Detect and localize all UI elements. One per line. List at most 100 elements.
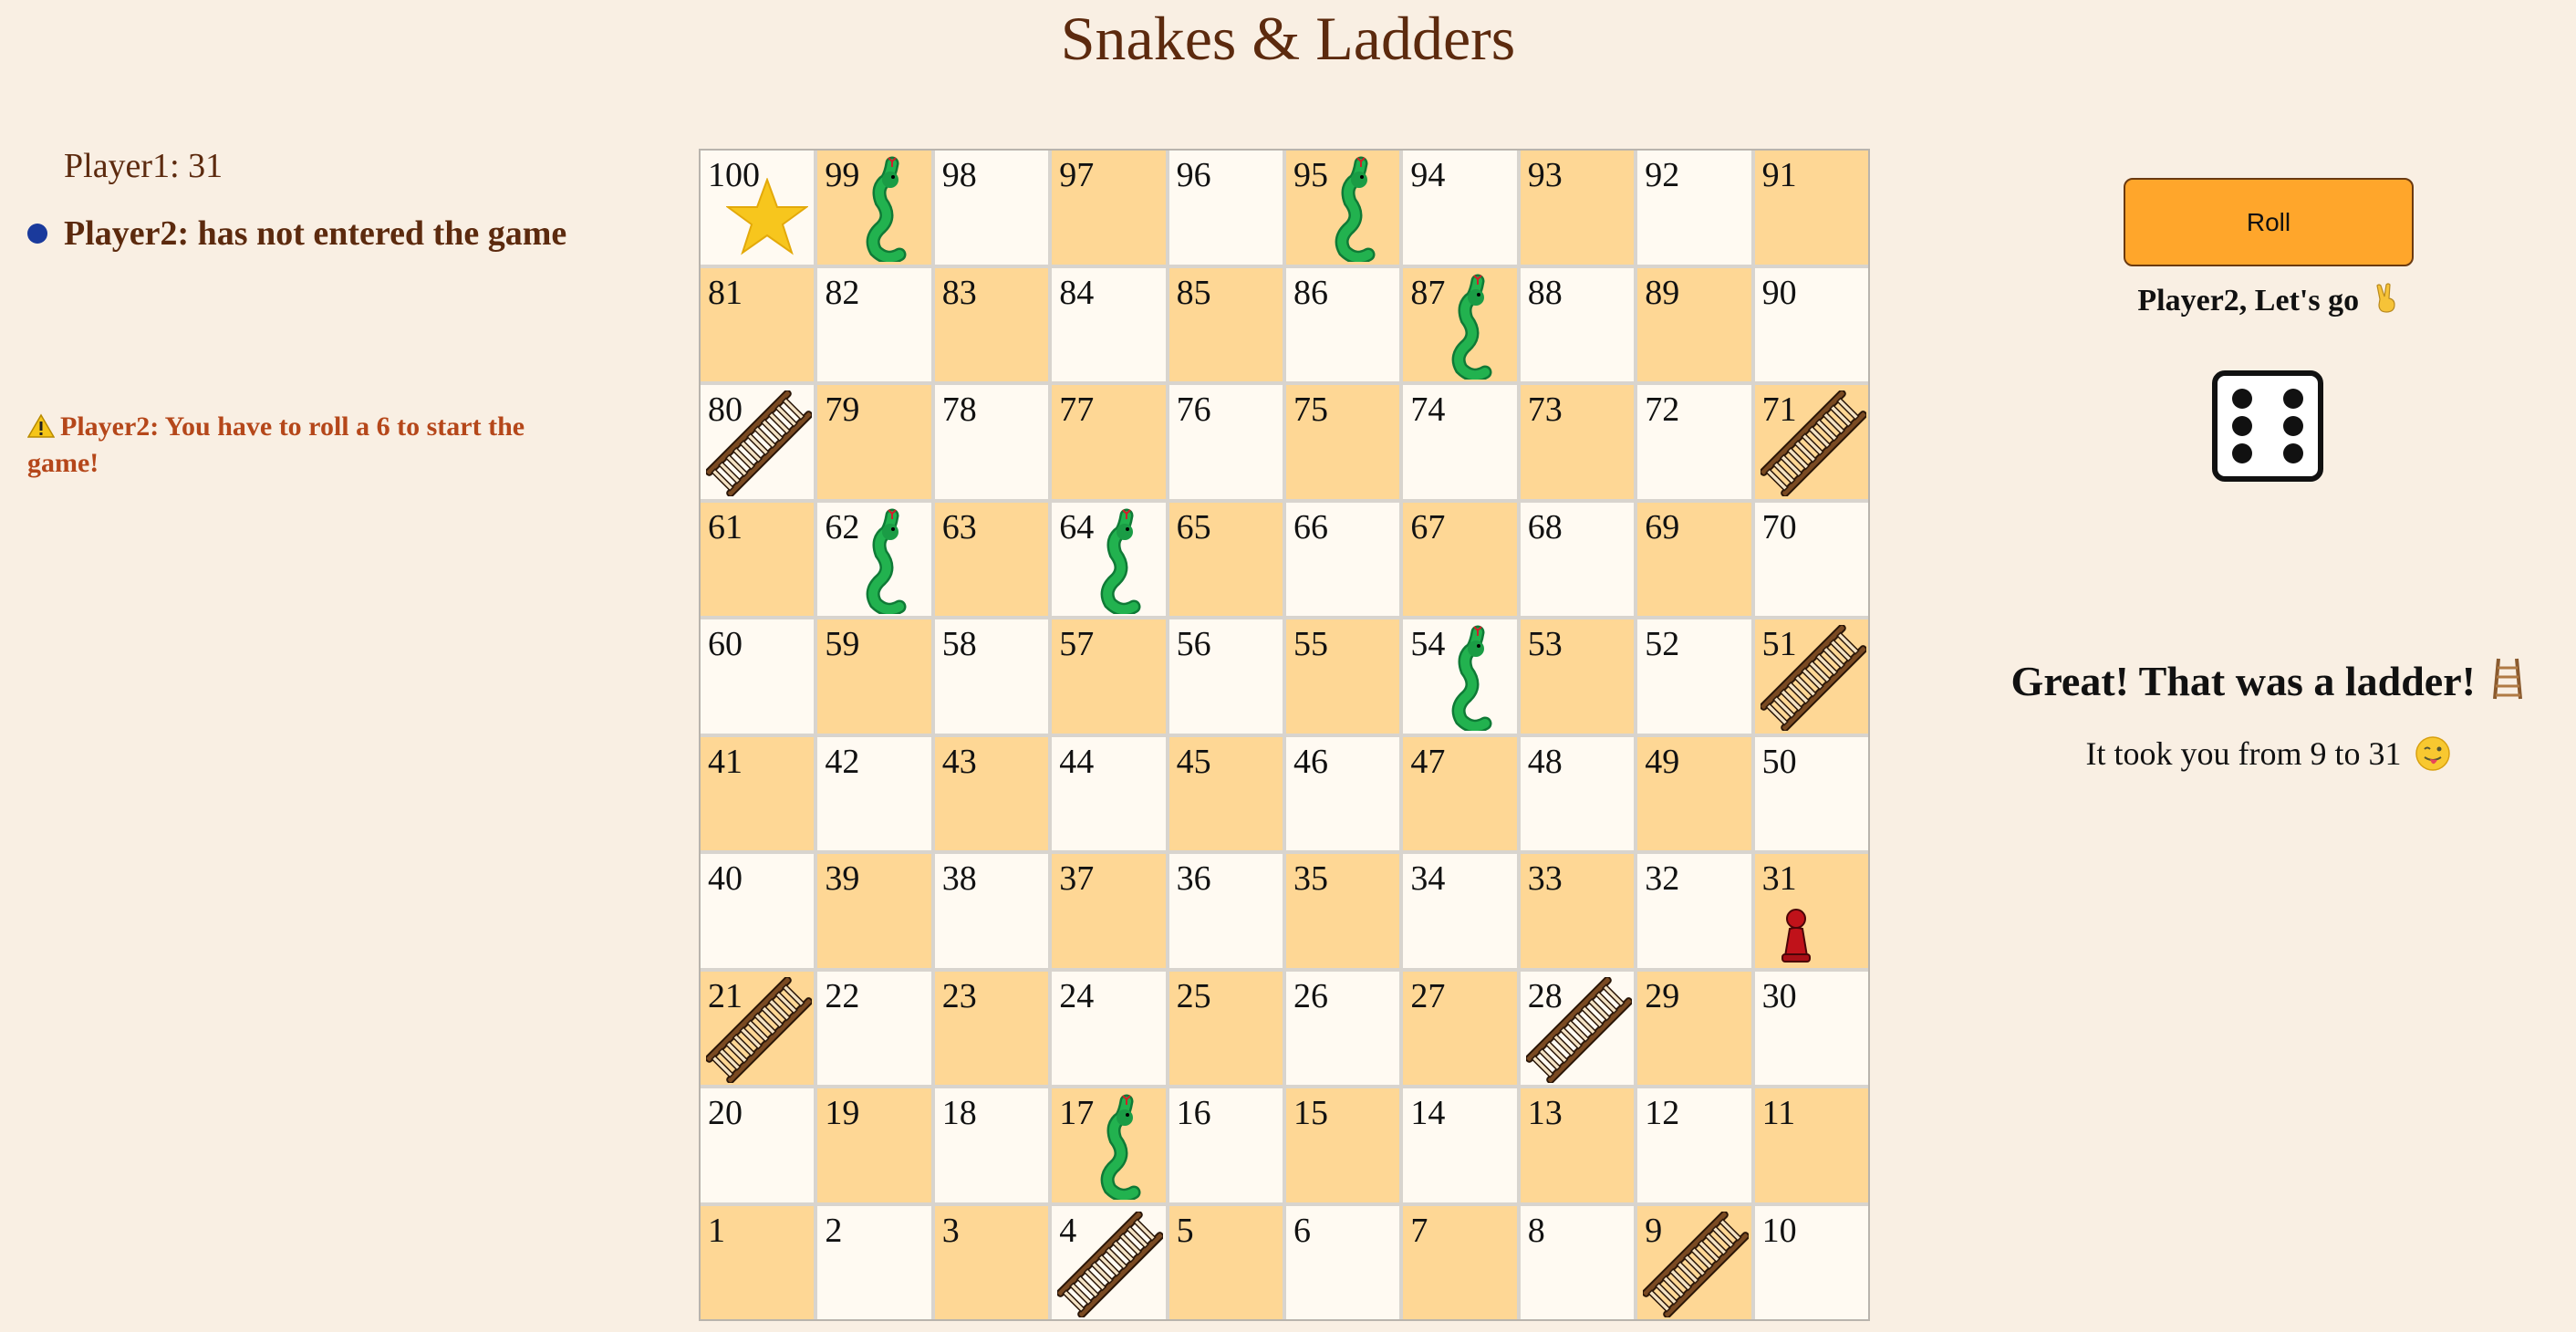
board-square: 5 [1169, 1205, 1283, 1319]
square-number: 40 [708, 859, 743, 898]
roll-button[interactable]: Roll [2124, 178, 2414, 266]
square-number: 29 [1645, 976, 1680, 1015]
square-number: 48 [1527, 742, 1563, 781]
square-number: 27 [1410, 976, 1446, 1015]
board-square: 29 [1637, 971, 1751, 1085]
board-square: 4 [1052, 1205, 1166, 1319]
board-square: 10 [1754, 1205, 1868, 1319]
square-number: 99 [825, 156, 860, 194]
square-number: 16 [1176, 1094, 1211, 1132]
board-square: 7 [1403, 1205, 1517, 1319]
board-square: 43 [934, 736, 1049, 850]
square-number: 100 [708, 156, 760, 194]
square-number: 35 [1293, 859, 1328, 898]
ladder-icon [2493, 658, 2523, 700]
board-square: 25 [1169, 971, 1283, 1085]
board-square: 79 [817, 385, 931, 499]
square-number: 81 [708, 273, 743, 312]
square-number: 95 [1293, 156, 1328, 194]
board-square: 14 [1403, 1088, 1517, 1202]
board-square: 30 [1754, 971, 1868, 1085]
board-square: 89 [1637, 267, 1751, 381]
board-square: 90 [1754, 267, 1868, 381]
result-detail: It took you from 9 to 31 [1979, 734, 2558, 773]
board-square: 18 [934, 1088, 1049, 1202]
square-number: 90 [1761, 273, 1797, 312]
square-number: 72 [1645, 390, 1680, 429]
board-square: 65 [1169, 502, 1283, 616]
board-square: 61 [701, 502, 815, 616]
square-number: 96 [1176, 156, 1211, 194]
board-square: 58 [934, 619, 1049, 734]
board-square: 67 [1403, 502, 1517, 616]
board-square: 17 [1052, 1088, 1166, 1202]
board-square: 19 [817, 1088, 931, 1202]
board-square: 55 [1286, 619, 1400, 734]
square-number: 9 [1645, 1211, 1663, 1250]
square-number: 34 [1410, 859, 1446, 898]
warning-icon [27, 413, 55, 438]
square-number: 61 [708, 507, 743, 546]
square-number: 53 [1527, 625, 1563, 663]
board-square: 42 [817, 736, 931, 850]
square-number: 84 [1059, 273, 1095, 312]
tongue-face-icon [2415, 736, 2451, 771]
square-number: 43 [941, 742, 977, 781]
square-number: 52 [1645, 625, 1680, 663]
square-number: 22 [825, 976, 860, 1015]
board-square: 1 [701, 1205, 815, 1319]
board-square: 59 [817, 619, 931, 734]
board-square: 93 [1520, 151, 1635, 265]
square-number: 56 [1176, 625, 1211, 663]
board-square: 22 [817, 971, 931, 1085]
square-number: 2 [825, 1211, 843, 1250]
board-square: 73 [1520, 385, 1635, 499]
square-number: 67 [1410, 507, 1446, 546]
square-number: 65 [1176, 507, 1211, 546]
square-number: 93 [1527, 156, 1563, 194]
warning-message: Player2: You have to roll a 6 to start t… [27, 409, 584, 482]
result-detail-text: It took you from 9 to 31 [2085, 735, 2402, 772]
board-square: 88 [1520, 267, 1635, 381]
board-square: 8 [1520, 1205, 1635, 1319]
square-number: 55 [1293, 625, 1328, 663]
board-square: 91 [1754, 151, 1868, 265]
board-square: 54 [1403, 619, 1517, 734]
turn-indicator: Player2, Let's go [1998, 283, 2540, 318]
square-number: 8 [1527, 1211, 1545, 1250]
square-number: 31 [1761, 859, 1797, 898]
square-number: 13 [1527, 1094, 1563, 1132]
board-square: 68 [1520, 502, 1635, 616]
board-square: 28 [1520, 971, 1635, 1085]
board-square: 83 [934, 267, 1049, 381]
square-number: 33 [1527, 859, 1563, 898]
game-board: 100 99 98 97 96 95 94 93 92 91 81 82 83 84 85 86 87 88 89 9… [699, 149, 1870, 1321]
board-square: 11 [1754, 1088, 1868, 1202]
square-number: 24 [1059, 976, 1095, 1015]
result-headline-text: Great! That was a ladder! [2010, 658, 2476, 704]
board-square: 16 [1169, 1088, 1283, 1202]
board-square: 85 [1169, 267, 1283, 381]
board-square: 24 [1052, 971, 1166, 1085]
square-number: 51 [1761, 625, 1797, 663]
board-square: 57 [1052, 619, 1166, 734]
square-number: 1 [708, 1211, 725, 1250]
square-number: 59 [825, 625, 860, 663]
game-title: Snakes & Ladders [1060, 4, 1516, 73]
square-number: 39 [825, 859, 860, 898]
square-number: 60 [708, 625, 743, 663]
board-square: 75 [1286, 385, 1400, 499]
square-number: 25 [1176, 976, 1211, 1015]
board-square: 87 [1403, 267, 1517, 381]
square-number: 19 [825, 1094, 860, 1132]
square-number: 76 [1176, 390, 1211, 429]
board-square: 78 [934, 385, 1049, 499]
square-number: 87 [1410, 273, 1446, 312]
square-number: 80 [708, 390, 743, 429]
board-square: 33 [1520, 854, 1635, 968]
board-square: 45 [1169, 736, 1283, 850]
board-square: 60 [701, 619, 815, 734]
result-headline: Great! That was a ladder! [1979, 657, 2558, 705]
square-number: 94 [1410, 156, 1446, 194]
square-number: 15 [1293, 1094, 1328, 1132]
